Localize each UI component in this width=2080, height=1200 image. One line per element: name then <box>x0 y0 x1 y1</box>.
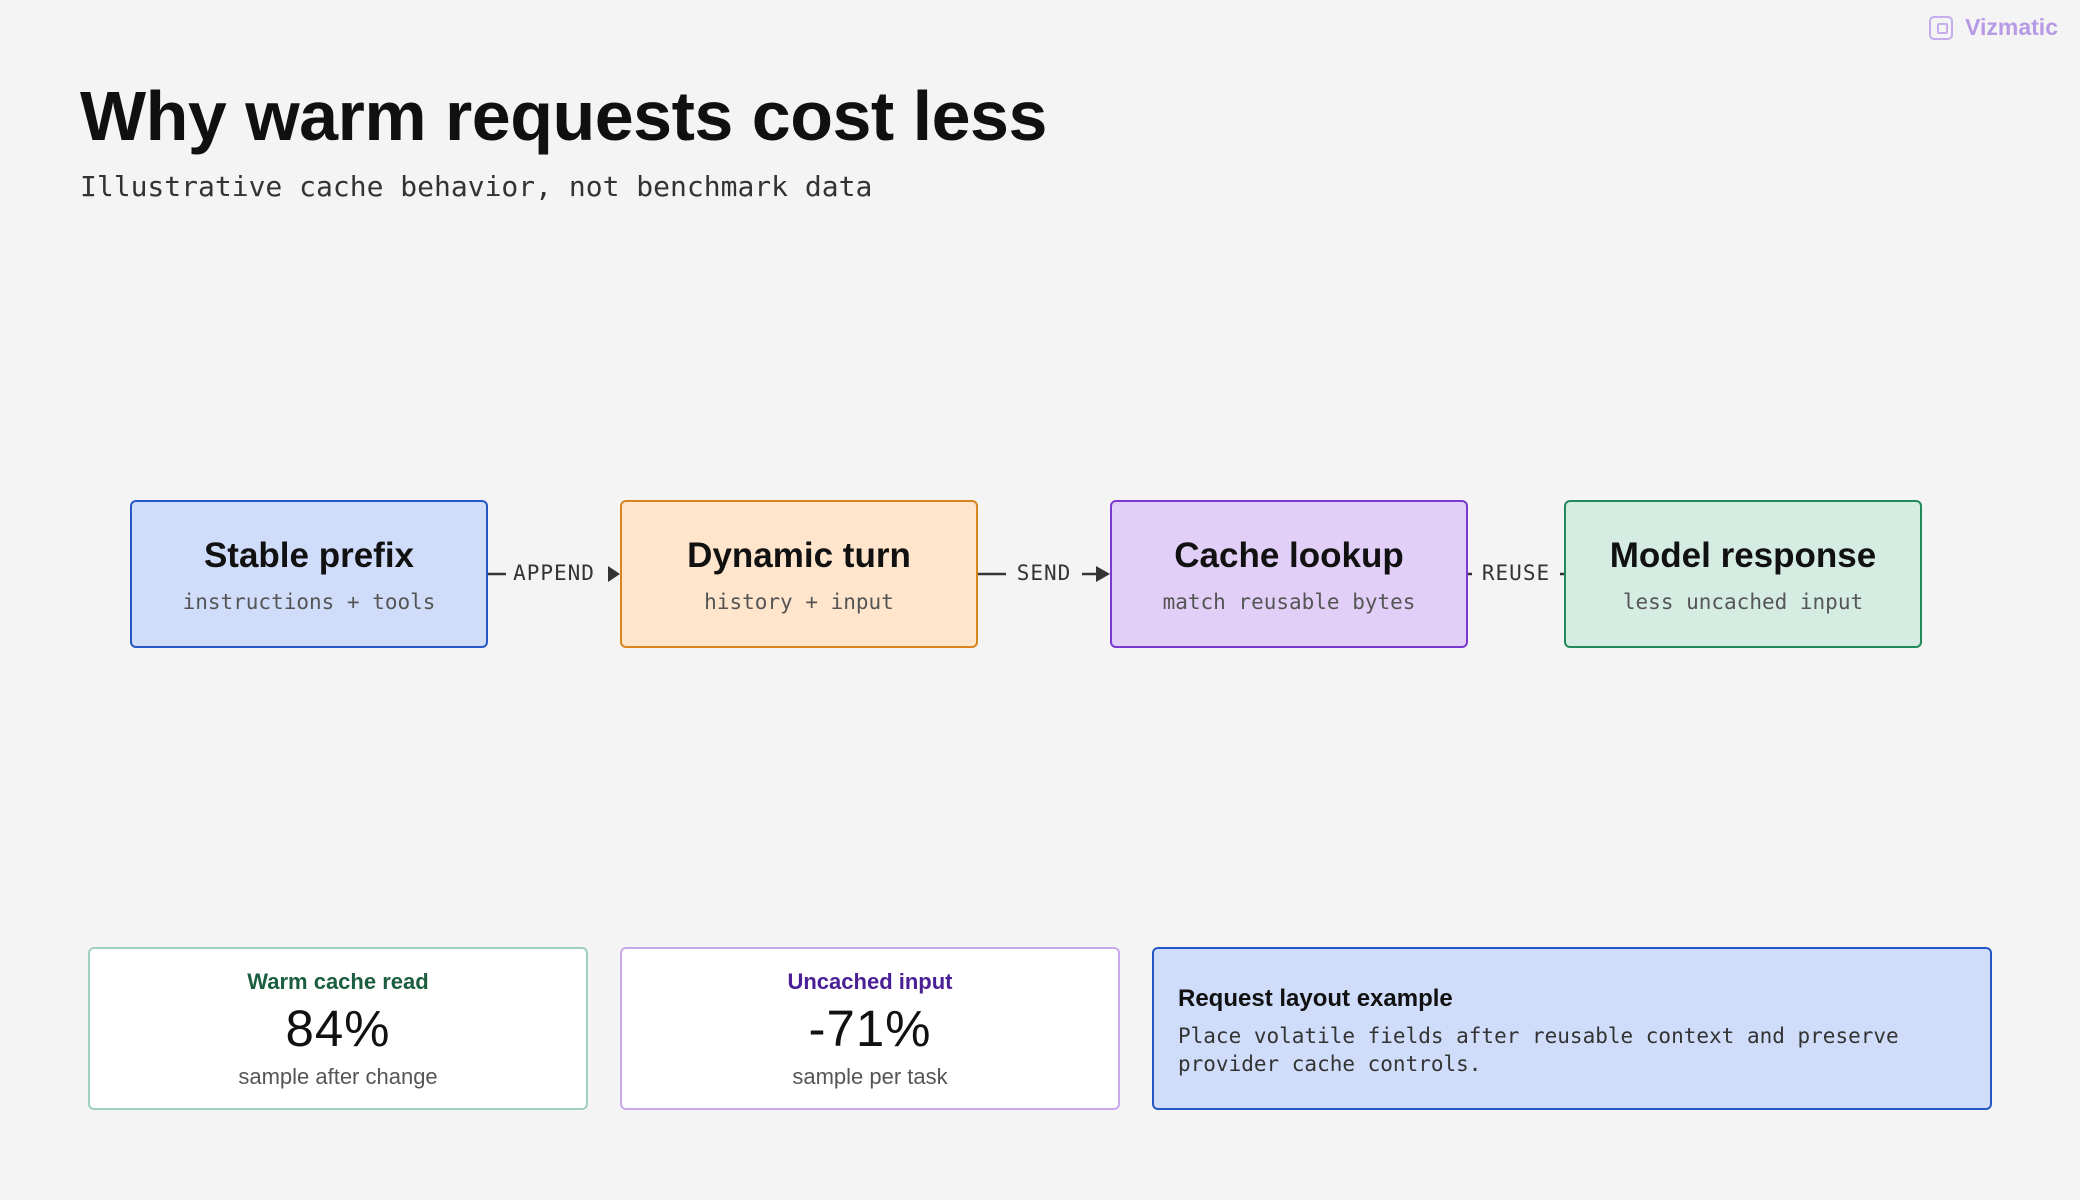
metric-note: sample after change <box>238 1064 438 1089</box>
node-title: Cache lookup <box>1174 536 1404 575</box>
request-layout-note: Request layout example Place volatile fi… <box>1152 947 1992 1110</box>
vizmatic-logo-icon <box>1929 15 1954 40</box>
flow-node-stable-prefix: Stable prefix instructions + tools <box>130 500 488 648</box>
flow-node-cache-lookup: Cache lookup match reusable bytes <box>1110 500 1468 648</box>
flow-edge-append: APPEND <box>488 500 620 648</box>
node-subtitle: match reusable bytes <box>1162 590 1416 614</box>
edge-label: SEND <box>1016 561 1072 585</box>
metric-note: sample per task <box>792 1064 948 1089</box>
flow-node-model-response: Model response less uncached input <box>1564 500 1922 648</box>
metric-card-uncached-input: Uncached input -71% sample per task <box>620 947 1120 1110</box>
flow-edge-send: SEND <box>978 500 1110 648</box>
node-title: Stable prefix <box>203 536 415 575</box>
metric-value: 84% <box>285 1000 391 1057</box>
metric-label: Uncached input <box>787 969 953 994</box>
page-subtitle: Illustrative cache behavior, not benchma… <box>80 170 873 203</box>
page-title: Why warm requests cost less <box>80 77 1047 155</box>
flow-node-dynamic-turn: Dynamic turn history + input <box>620 500 978 648</box>
edge-label: REUSE <box>1481 561 1551 585</box>
flow-edge-reuse: REUSE <box>1468 500 1564 648</box>
brand: Vizmatic <box>1929 14 2058 41</box>
node-subtitle: instructions + tools <box>182 590 436 614</box>
metric-card-warm-cache-read: Warm cache read 84% sample after change <box>88 947 588 1110</box>
node-title: Dynamic turn <box>687 536 911 575</box>
node-subtitle: less uncached input <box>1622 590 1864 614</box>
metric-value: -71% <box>808 1000 932 1057</box>
metric-label: Warm cache read <box>247 969 429 994</box>
edge-label: APPEND <box>513 561 595 585</box>
node-title: Model response <box>1609 536 1877 575</box>
brand-name: Vizmatic <box>1965 14 2058 40</box>
node-subtitle: history + input <box>704 590 894 614</box>
note-body: Place volatile fields after reusable con… <box>1178 1024 1899 1076</box>
note-title: Request layout example <box>1178 985 1453 1012</box>
